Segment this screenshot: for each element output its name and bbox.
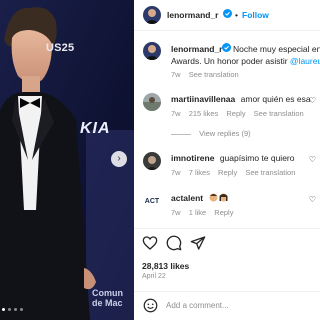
post-modal: US25 KIA Comun de Mac › lenormand_r • Fo… (0, 0, 320, 320)
chevron-right-icon: › (117, 153, 121, 164)
carousel-dots (2, 308, 23, 311)
author-username[interactable]: lenormand_r (167, 10, 219, 20)
comment-username[interactable]: imnotirene (171, 153, 214, 163)
comment-time: 7w (171, 208, 181, 217)
comment-reply-button[interactable]: Reply (214, 208, 233, 217)
comment-avatar[interactable] (143, 152, 161, 170)
comment-2: imnotirene guapísimo te quiero (171, 153, 295, 163)
comment-reply-button[interactable]: Reply (218, 168, 237, 177)
wall-bottom-text: Comun de Mac (92, 288, 123, 308)
comment-avatar[interactable] (143, 93, 161, 111)
comment-time: 7w (171, 109, 181, 118)
add-comment-input[interactable]: Add a comment... (166, 301, 229, 310)
carousel-dot (20, 308, 23, 311)
comment-like-icon[interactable]: ♡ (309, 155, 316, 164)
caption-meta: 7w See translation (171, 70, 239, 79)
comment-3: actalent (171, 193, 229, 204)
sponsor-logo-text: KIA (80, 120, 111, 137)
comment-likes[interactable]: 215 likes (189, 109, 219, 118)
post-header: lenormand_r • Follow (134, 0, 320, 31)
comment-text: amor quién es esa (240, 94, 311, 104)
emoji-icon[interactable] (143, 298, 159, 314)
caption-mention[interactable]: @laureus (290, 56, 320, 66)
comment-avatar[interactable]: ACT (143, 192, 161, 210)
caption-username[interactable]: lenormand_r (171, 44, 223, 54)
replies-line (171, 133, 191, 135)
comment-likes[interactable]: 7 likes (189, 168, 210, 177)
comment-1: martiinavillenaa amor quién es esa (171, 94, 311, 104)
comment-username[interactable]: actalent (171, 193, 203, 203)
post-date: April 22 (142, 273, 166, 280)
likes-count[interactable]: 28,813 likes (142, 261, 189, 271)
comment-likes[interactable]: 1 like (189, 208, 207, 217)
carousel-dot-active (2, 308, 5, 311)
act-logo-text: ACT (144, 197, 160, 205)
caption-author-avatar[interactable] (143, 42, 161, 60)
comment-meta: 7w 215 likes Reply See translation (171, 109, 304, 118)
comment-see-translation[interactable]: See translation (245, 168, 295, 177)
comment-meta: 7w 1 like Reply (171, 208, 233, 217)
comment-meta: 7w 7 likes Reply See translation (171, 168, 295, 177)
share-icon[interactable] (190, 235, 206, 251)
wall-text: US25 (46, 42, 75, 54)
actions-divider (134, 228, 320, 229)
comment-time: 7w (171, 168, 181, 177)
follow-button[interactable]: Follow (242, 10, 269, 20)
comment-like-icon[interactable]: ♡ (309, 96, 316, 105)
verified-icon (223, 9, 232, 20)
comment-like-icon[interactable]: ♡ (309, 195, 316, 204)
comment-icon[interactable] (166, 235, 182, 251)
caption-time: 7w (171, 70, 181, 79)
carousel-dot (8, 308, 11, 311)
author-avatar[interactable] (143, 6, 161, 24)
carousel-dot (14, 308, 17, 311)
comment-text: guapísimo te quiero (219, 153, 295, 163)
caption-verified-icon (222, 43, 231, 54)
next-image-button[interactable]: › (111, 151, 127, 167)
comment-box-divider (134, 291, 320, 292)
view-replies-button[interactable]: View replies (9) (171, 129, 251, 138)
comment-username[interactable]: martiinavillenaa (171, 94, 235, 104)
comment-reply-button[interactable]: Reply (226, 109, 245, 118)
caption-text-line2: Awards. Un honor poder asistir @laureus (171, 56, 320, 66)
emoji-icons (209, 193, 229, 204)
post-sidebar: lenormand_r • Follow lenormand_r Noche m… (134, 0, 320, 320)
caption-text-line1: Noche muy especial en l (233, 44, 320, 54)
comment-see-translation[interactable]: See translation (254, 109, 304, 118)
caption-see-translation[interactable]: See translation (189, 70, 239, 79)
post-media[interactable]: US25 KIA Comun de Mac › (0, 0, 134, 320)
header-separator: • (235, 10, 238, 20)
like-icon[interactable] (142, 235, 158, 251)
